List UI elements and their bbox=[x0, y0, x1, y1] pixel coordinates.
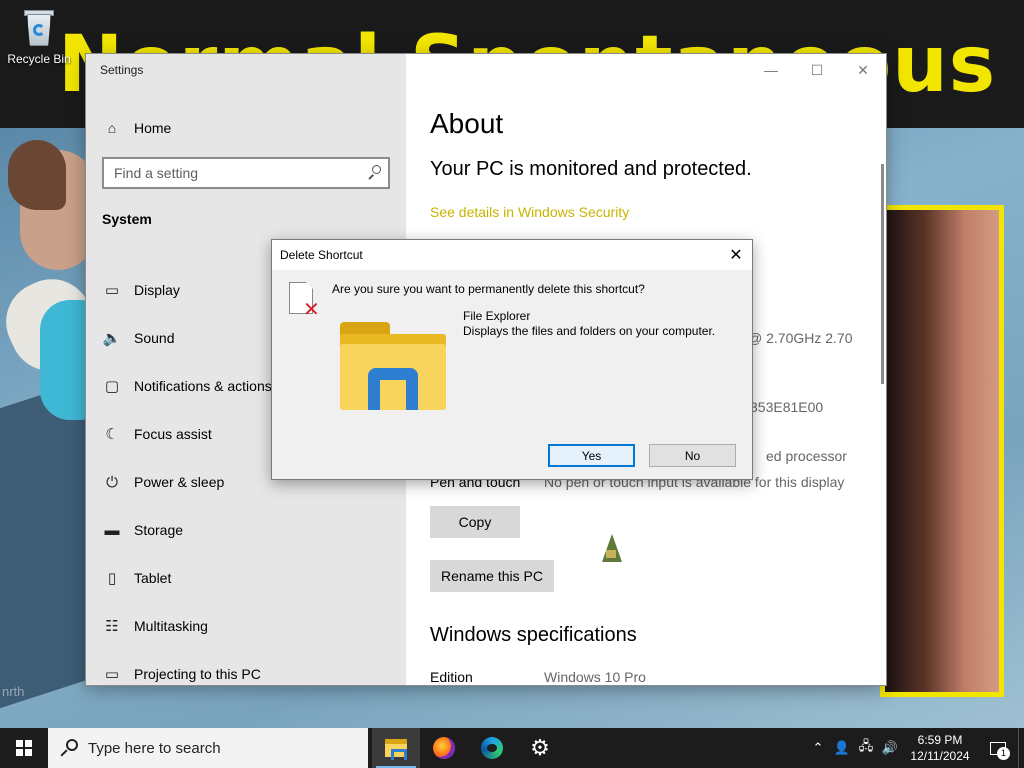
file-explorer-icon bbox=[385, 739, 407, 760]
recycle-bin-icon bbox=[22, 8, 56, 48]
storage-icon: ▬ bbox=[104, 521, 120, 539]
sidebar-item-label: Tablet bbox=[134, 570, 172, 586]
wallpaper-figure-hair bbox=[8, 140, 66, 210]
sidebar-item-label: Display bbox=[134, 282, 180, 298]
no-button[interactable]: No bbox=[649, 444, 736, 467]
nav-home[interactable]: ⌂ Home bbox=[102, 116, 172, 140]
sidebar-item-tablet[interactable]: ▯ Tablet bbox=[102, 554, 402, 602]
sidebar-item-storage[interactable]: ▬ Storage bbox=[102, 506, 402, 554]
dialog-question: Are you sure you want to permanently del… bbox=[332, 282, 645, 296]
tablet-icon: ▯ bbox=[107, 570, 117, 587]
volume-icon[interactable]: 🔊 bbox=[878, 740, 902, 756]
busy-cursor-icon bbox=[600, 532, 624, 564]
wallpaper-inset-frame bbox=[880, 205, 1004, 697]
close-button[interactable]: ✕ bbox=[840, 54, 886, 86]
minimize-button[interactable]: — bbox=[748, 54, 794, 86]
edition-label: Edition bbox=[430, 669, 473, 685]
people-icon[interactable]: 👤 bbox=[830, 740, 854, 756]
display-icon: ▭ bbox=[104, 282, 120, 299]
projecting-icon: ▭ bbox=[104, 666, 120, 683]
sidebar-item-label: Projecting to this PC bbox=[134, 666, 261, 682]
delete-file-icon: ✕ bbox=[289, 282, 321, 320]
start-button[interactable] bbox=[0, 728, 48, 768]
recycle-bin-shortcut[interactable]: Recycle Bin bbox=[6, 8, 72, 66]
power-icon: ⏻ bbox=[106, 473, 118, 491]
find-setting-search[interactable] bbox=[102, 157, 390, 189]
show-desktop-button[interactable] bbox=[1018, 728, 1024, 768]
system-type-value: ed processor bbox=[766, 448, 847, 464]
sidebar-item-label: Focus assist bbox=[134, 426, 212, 442]
taskbar-file-explorer[interactable] bbox=[372, 728, 420, 768]
taskbar-edge[interactable] bbox=[468, 728, 516, 768]
taskbar-firefox[interactable] bbox=[420, 728, 468, 768]
dialog-title: Delete Shortcut bbox=[280, 248, 363, 262]
taskbar-apps: ⚙ bbox=[372, 728, 564, 768]
sidebar-item-label: Sound bbox=[134, 330, 175, 346]
device-id-value: 353E81E00 bbox=[750, 399, 824, 415]
shortcut-name: File Explorer bbox=[463, 309, 531, 323]
search-input[interactable] bbox=[104, 159, 344, 187]
dialog-titlebar: Delete Shortcut ✕ bbox=[272, 240, 752, 270]
network-icon[interactable]: 🖧 bbox=[854, 737, 878, 759]
protection-status: Your PC is monitored and protected. bbox=[430, 158, 752, 180]
notifications-icon: ▢ bbox=[104, 378, 120, 395]
sidebar-item-label: Power & sleep bbox=[134, 474, 225, 490]
windows-logo-icon bbox=[16, 740, 32, 756]
sound-icon: 🔈 bbox=[102, 330, 122, 347]
clock-date: 12/11/2024 bbox=[910, 749, 970, 763]
system-tray: ⌃ 👤 🖧 🔊 6:59 PM 12/11/2024 1 bbox=[806, 728, 1024, 768]
file-explorer-folder-icon bbox=[338, 320, 448, 412]
processor-value: @ 2.70GHz 2.70 bbox=[748, 330, 853, 346]
scrollbar[interactable] bbox=[881, 164, 884, 384]
copy-button[interactable]: Copy bbox=[430, 506, 520, 538]
firefox-icon bbox=[433, 737, 455, 759]
home-icon: ⌂ bbox=[107, 120, 117, 136]
delete-shortcut-dialog: Delete Shortcut ✕ ✕ Are you sure you wan… bbox=[271, 239, 753, 480]
rename-pc-button[interactable]: Rename this PC bbox=[430, 560, 554, 592]
multitasking-icon: ☷ bbox=[105, 618, 119, 635]
chevron-up-icon[interactable]: ⌃ bbox=[806, 740, 830, 756]
page-title: About bbox=[430, 108, 504, 139]
window-controls: — ☐ ✕ bbox=[748, 54, 886, 86]
edge-icon bbox=[481, 737, 503, 759]
gear-icon: ⚙ bbox=[530, 735, 550, 760]
search-icon[interactable] bbox=[366, 164, 382, 180]
wallpaper-watermark: nrth bbox=[2, 684, 25, 699]
windows-specifications-heading: Windows specifications bbox=[430, 624, 637, 646]
taskbar-search[interactable]: Type here to search bbox=[48, 728, 368, 768]
taskbar-search-placeholder: Type here to search bbox=[88, 739, 221, 757]
windows-security-link[interactable]: See details in Windows Security bbox=[430, 204, 629, 220]
dialog-close-button[interactable]: ✕ bbox=[720, 240, 752, 270]
action-center-button[interactable]: 1 bbox=[978, 728, 1018, 768]
nav-home-label: Home bbox=[134, 120, 172, 136]
window-title: Settings bbox=[100, 63, 144, 77]
moon-icon: ☾ bbox=[105, 426, 119, 443]
sidebar-item-label: Multitasking bbox=[134, 618, 208, 634]
maximize-button[interactable]: ☐ bbox=[794, 54, 840, 86]
taskbar-settings[interactable]: ⚙ bbox=[516, 728, 564, 768]
clock[interactable]: 6:59 PM 12/11/2024 bbox=[902, 732, 978, 764]
sidebar-item-label: Notifications & actions bbox=[134, 378, 272, 394]
clock-time: 6:59 PM bbox=[917, 733, 963, 747]
taskbar: Type here to search ⚙ ⌃ 👤 🖧 🔊 6:59 PM 12… bbox=[0, 728, 1024, 768]
search-icon bbox=[60, 739, 78, 757]
notification-count: 1 bbox=[997, 747, 1010, 760]
section-heading: System bbox=[102, 211, 152, 227]
yes-button[interactable]: Yes bbox=[548, 444, 635, 467]
sidebar-item-projecting-to-this-pc[interactable]: ▭ Projecting to this PC bbox=[102, 650, 402, 685]
recycle-bin-label: Recycle Bin bbox=[7, 52, 71, 66]
sidebar-item-multitasking[interactable]: ☷ Multitasking bbox=[102, 602, 402, 650]
edition-value: Windows 10 Pro bbox=[544, 669, 646, 685]
shortcut-description: Displays the files and folders on your c… bbox=[463, 324, 716, 338]
sidebar-item-label: Storage bbox=[134, 522, 184, 538]
